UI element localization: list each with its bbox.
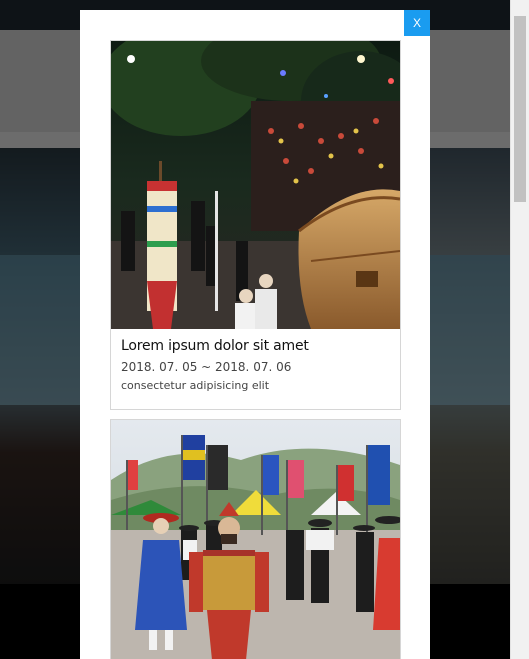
close-button[interactable]: X [404, 10, 430, 36]
scrollbar-thumb[interactable] [514, 16, 526, 202]
event-title: Lorem ipsum dolor sit amet [121, 338, 309, 354]
event-date: 2018. 07. 05 ~ 2018. 07. 06 [121, 360, 292, 374]
event-photo-daytime-parade [111, 420, 400, 659]
page-scrollbar[interactable] [510, 0, 529, 659]
event-photo-night-festival [111, 41, 400, 329]
event-description: consectetur adipisicing elit [121, 379, 270, 392]
event-card[interactable] [110, 419, 401, 659]
event-modal: X Lorem ipsum dolor sit amet 2018. 07. 0… [80, 10, 430, 659]
event-card[interactable]: Lorem ipsum dolor sit amet 2018. 07. 05 … [110, 40, 401, 410]
